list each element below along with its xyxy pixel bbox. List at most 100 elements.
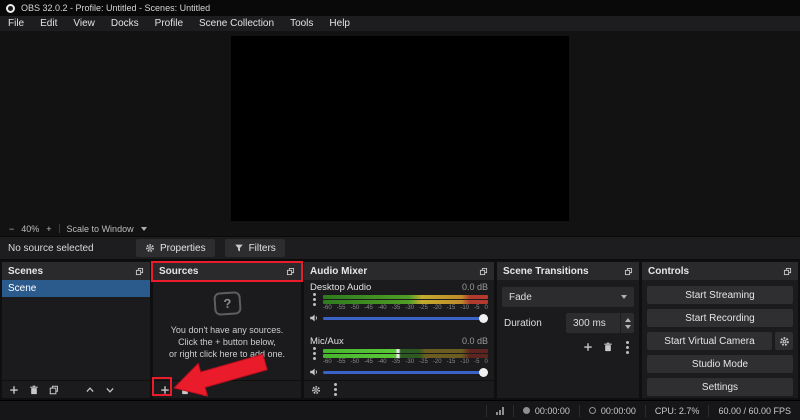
duration-value: 300 ms bbox=[573, 318, 606, 329]
db-scale: -60-55-50-45-40-35-30-25-20-15-10-50 bbox=[323, 359, 488, 365]
popout-icon[interactable] bbox=[479, 267, 488, 276]
level-meter-row bbox=[309, 295, 488, 304]
studio-mode-button[interactable]: Studio Mode bbox=[647, 355, 793, 373]
volume-slider[interactable] bbox=[323, 371, 488, 374]
channel-menu-button vertical-dots-icon[interactable] bbox=[309, 298, 319, 301]
remove-transition-button trash-icon[interactable] bbox=[603, 342, 613, 352]
zoom-out-button[interactable]: − bbox=[9, 224, 14, 234]
start-recording-button[interactable]: Start Recording bbox=[647, 309, 793, 327]
menu-tools[interactable]: Tools bbox=[282, 16, 321, 31]
recording-timecode: 00:00:00 bbox=[535, 406, 570, 416]
volume-slider-row bbox=[309, 313, 488, 323]
scene-transitions-header[interactable]: Scene Transitions bbox=[497, 262, 639, 280]
scene-transitions-dock: Scene Transitions Fade Duration 300 ms bbox=[497, 262, 639, 398]
menu-view[interactable]: View bbox=[65, 16, 103, 31]
popout-icon[interactable] bbox=[135, 267, 144, 276]
move-scene-down-button chevron-down-icon[interactable] bbox=[105, 385, 115, 395]
spinner-arrows[interactable] bbox=[620, 313, 634, 333]
menu-profile[interactable]: Profile bbox=[147, 16, 191, 31]
filters-button[interactable]: Filters bbox=[225, 239, 285, 257]
mixer-channel-mic-aux: Mic/Aux 0.0 dB -60-55-50-45-40-35-30-25-… bbox=[304, 336, 494, 377]
mute-button speaker-icon[interactable] bbox=[309, 367, 319, 377]
chevron-down-icon bbox=[621, 295, 627, 299]
scene-transitions-title: Scene Transitions bbox=[503, 266, 589, 277]
channel-db-value: 0.0 dB bbox=[462, 336, 488, 347]
controls-body: Start Streaming Start Recording Start Vi… bbox=[642, 280, 798, 398]
stream-circle-icon bbox=[589, 407, 596, 414]
level-meter-bar-left bbox=[323, 349, 488, 353]
move-scene-up-button chevron-up-icon[interactable] bbox=[85, 385, 95, 395]
sources-empty-text: You don't have any sources. Click the + … bbox=[169, 324, 285, 360]
scene-list-item[interactable]: Scene bbox=[2, 280, 150, 297]
popout-icon[interactable] bbox=[783, 267, 792, 276]
mixer-options-button vertical-dots-icon[interactable] bbox=[334, 388, 337, 391]
duplicate-scene-button copy-icon[interactable] bbox=[49, 385, 59, 395]
add-source-button plus-icon[interactable] bbox=[160, 385, 170, 395]
scale-mode-dropdown[interactable]: Scale to Window bbox=[67, 224, 134, 234]
menu-help[interactable]: Help bbox=[321, 16, 358, 31]
volume-slider[interactable] bbox=[323, 317, 488, 320]
scenes-dock-header[interactable]: Scenes bbox=[2, 262, 150, 280]
duration-label: Duration bbox=[504, 318, 542, 329]
record-dot-icon bbox=[523, 407, 530, 414]
zoom-in-button[interactable]: + bbox=[46, 224, 51, 234]
stats-group bbox=[486, 405, 513, 417]
volume-slider-handle[interactable] bbox=[479, 314, 488, 323]
sources-dock-header[interactable]: Sources bbox=[153, 262, 301, 280]
properties-button[interactable]: Properties bbox=[136, 239, 215, 257]
empty-text-line-1: You don't have any sources. bbox=[169, 324, 285, 336]
status-bar: 00:00:00 00:00:00 CPU: 2.7% 60.00 / 60.0… bbox=[0, 400, 800, 420]
duration-row: Duration 300 ms bbox=[502, 313, 634, 333]
mute-button speaker-icon[interactable] bbox=[309, 313, 319, 323]
channel-menu-button vertical-dots-icon[interactable] bbox=[309, 352, 319, 355]
streaming-timecode: 00:00:00 bbox=[601, 406, 636, 416]
spinner-up-icon[interactable] bbox=[625, 318, 631, 322]
controls-dock: Controls Start Streaming Start Recording… bbox=[642, 262, 798, 398]
start-streaming-button[interactable]: Start Streaming bbox=[647, 286, 793, 304]
add-transition-button plus-icon[interactable] bbox=[583, 342, 593, 352]
question-mark-icon: ? bbox=[213, 291, 242, 316]
preview-area[interactable] bbox=[0, 31, 800, 221]
title-bar: OBS 32.0.2 - Profile: Untitled - Scenes:… bbox=[0, 0, 800, 16]
source-options-button vertical-dots-icon[interactable] bbox=[203, 388, 206, 391]
menu-file[interactable]: File bbox=[0, 16, 32, 31]
preview-canvas[interactable] bbox=[231, 36, 569, 221]
obs-logo-icon bbox=[6, 4, 15, 13]
level-meter-bar-left bbox=[323, 295, 488, 299]
window-title: OBS 32.0.2 - Profile: Untitled - Scenes:… bbox=[21, 3, 210, 13]
scenes-dock: Scenes Scene bbox=[2, 262, 150, 398]
chevron-down-icon[interactable] bbox=[141, 227, 147, 231]
advanced-audio-button gear-icon[interactable] bbox=[311, 385, 321, 395]
spinner-down-icon[interactable] bbox=[625, 325, 631, 329]
source-toolbar: No source selected Properties Filters bbox=[0, 236, 800, 260]
audio-mixer-dock: Audio Mixer Desktop Audio 0.0 dB - bbox=[304, 262, 494, 398]
audio-mixer-header[interactable]: Audio Mixer bbox=[304, 262, 494, 280]
transition-select[interactable]: Fade bbox=[502, 287, 634, 307]
level-meter bbox=[323, 295, 488, 304]
volume-slider-handle[interactable] bbox=[479, 368, 488, 377]
sources-empty-state: ? You don't have any sources. Click the … bbox=[153, 292, 301, 360]
duration-spinner[interactable]: 300 ms bbox=[566, 313, 634, 333]
filters-label: Filters bbox=[249, 243, 276, 254]
empty-text-line-3: or right click here to add one. bbox=[169, 348, 285, 360]
menu-docks[interactable]: Docks bbox=[103, 16, 147, 31]
fps-counter: 60.00 / 60.00 FPS bbox=[718, 406, 791, 416]
remove-source-button trash-icon[interactable] bbox=[180, 385, 190, 395]
transition-options-button vertical-dots-icon[interactable] bbox=[626, 346, 629, 349]
obs-window: OBS 32.0.2 - Profile: Untitled - Scenes:… bbox=[0, 0, 800, 420]
settings-button[interactable]: Settings bbox=[647, 378, 793, 396]
menu-edit[interactable]: Edit bbox=[32, 16, 65, 31]
menu-scene-collection[interactable]: Scene Collection bbox=[191, 16, 282, 31]
remove-scene-button trash-icon[interactable] bbox=[29, 385, 39, 395]
recording-time-group: 00:00:00 bbox=[513, 405, 579, 417]
popout-icon[interactable] bbox=[624, 267, 633, 276]
add-scene-button plus-icon[interactable] bbox=[9, 385, 19, 395]
popout-icon[interactable] bbox=[286, 267, 295, 276]
stats-icon bbox=[496, 407, 504, 415]
start-virtual-camera-button[interactable]: Start Virtual Camera bbox=[647, 332, 772, 350]
virtual-camera-config-button[interactable] bbox=[775, 332, 793, 350]
empty-text-line-2: Click the + button below, bbox=[169, 336, 285, 348]
controls-dock-header[interactable]: Controls bbox=[642, 262, 798, 280]
properties-label: Properties bbox=[160, 243, 206, 254]
menu-bar: File Edit View Docks Profile Scene Colle… bbox=[0, 16, 800, 31]
